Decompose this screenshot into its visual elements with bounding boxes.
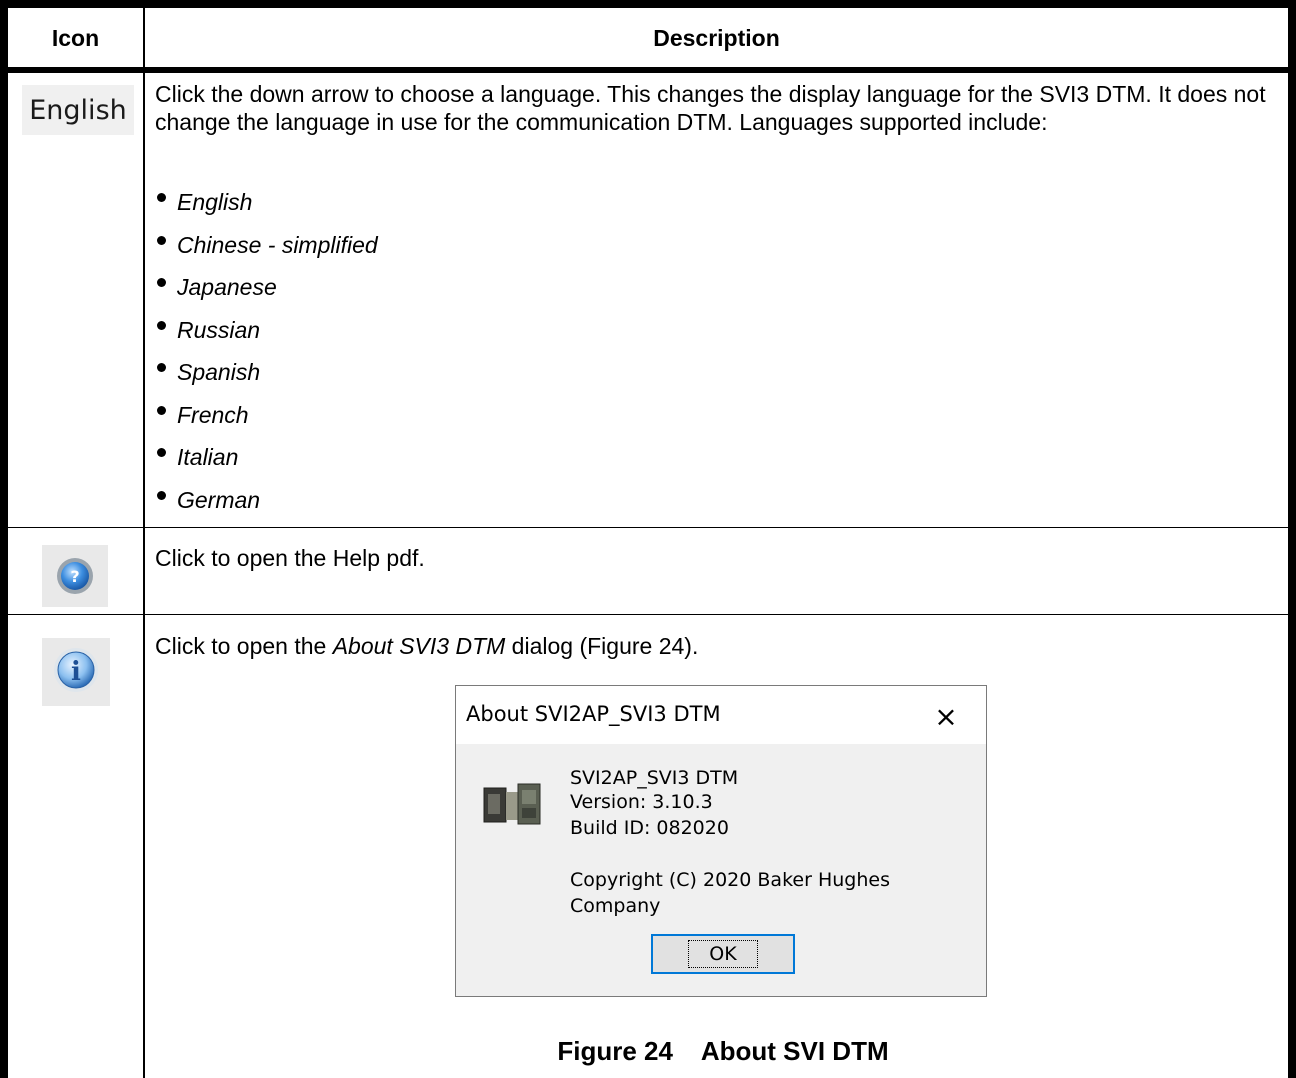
svg-text:i: i: [71, 657, 81, 687]
bullet-icon: [157, 448, 166, 457]
ok-button-label: OK: [688, 940, 758, 968]
bullet-icon: [157, 490, 166, 500]
dialog-copyright-company: Company: [570, 895, 661, 917]
bullet-icon: [157, 278, 166, 287]
ok-button[interactable]: OK: [651, 934, 795, 974]
list-item: Spanish: [155, 358, 378, 401]
dialog-product: SVI2AP_SVI3 DTM: [570, 767, 739, 789]
dialog-build-id: Build ID: 082020: [570, 817, 729, 839]
list-item: German: [155, 486, 378, 529]
list-item: Italian: [155, 443, 378, 486]
svg-text:?: ?: [70, 567, 79, 586]
list-item: English: [155, 188, 378, 231]
help-description: Click to open the Help pdf.: [155, 545, 425, 571]
list-item: Japanese: [155, 273, 378, 316]
dialog-version: Version: 3.10.3: [570, 791, 713, 813]
icon-description-table: Icon Description English Click the down …: [0, 0, 1296, 1078]
bullet-icon: [157, 405, 166, 415]
row-divider: [0, 614, 1296, 615]
figure-title: About SVI DTM: [700, 1036, 889, 1066]
figure-number: Figure 24: [557, 1036, 673, 1066]
close-icon[interactable]: ×: [926, 696, 966, 736]
dialog-title: About SVI2AP_SVI3 DTM: [466, 702, 721, 726]
list-item: Russian: [155, 316, 378, 359]
figure-caption: Figure 24 About SVI DTM: [150, 1036, 1296, 1067]
bullet-icon: [157, 320, 166, 330]
about-dialog: About SVI2AP_SVI3 DTM × SVI2AP_SVI3 DTM …: [455, 685, 987, 997]
info-icon: i: [42, 638, 110, 706]
dialog-body: SVI2AP_SVI3 DTM Version: 3.10.3 Build ID…: [456, 744, 986, 996]
help-icon: ?: [42, 545, 108, 607]
table-border-left: [0, 0, 8, 1078]
table-border-top: [0, 0, 1296, 8]
header-description: Description: [653, 24, 780, 51]
list-item: Chinese - simplified: [155, 231, 378, 274]
language-list: English Chinese - simplified Japanese Ru…: [155, 188, 378, 528]
device-icon: [480, 774, 544, 832]
language-description: Click the down arrow to choose a languag…: [155, 81, 1266, 135]
bullet-icon: [157, 363, 166, 372]
table-border-right: [1288, 0, 1296, 1078]
list-item: French: [155, 401, 378, 444]
dialog-titlebar: About SVI2AP_SVI3 DTM ×: [456, 686, 986, 744]
column-divider: [143, 0, 145, 1078]
language-selector-icon: English: [22, 85, 134, 135]
bullet-icon: [157, 235, 166, 245]
dialog-copyright: Copyright (C) 2020 Baker Hughes: [570, 869, 890, 891]
bullet-icon: [157, 193, 166, 202]
about-description: Click to open the About SVI3 DTM dialog …: [155, 633, 699, 659]
header-icon: Icon: [51, 24, 100, 51]
